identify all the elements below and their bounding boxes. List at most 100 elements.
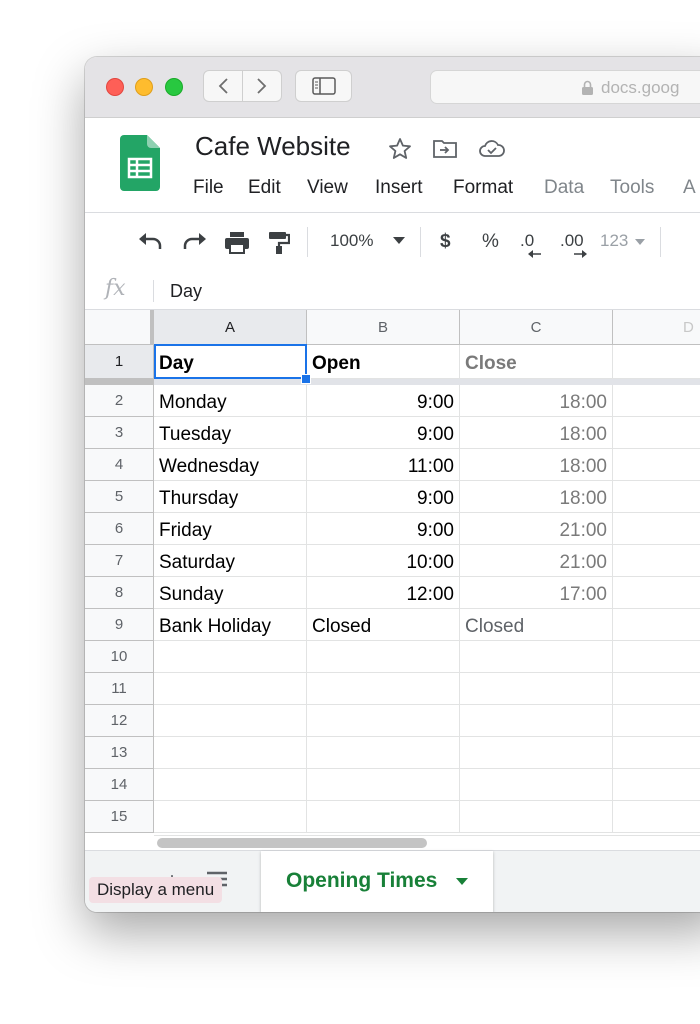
close-window-button[interactable] bbox=[106, 78, 124, 96]
cell[interactable] bbox=[154, 801, 307, 833]
row-header[interactable]: 10 bbox=[85, 641, 154, 673]
cell[interactable] bbox=[154, 769, 307, 801]
move-folder-icon[interactable] bbox=[432, 137, 458, 161]
back-button[interactable] bbox=[203, 70, 243, 102]
column-header-d[interactable]: D bbox=[613, 310, 700, 345]
cell[interactable]: Close bbox=[460, 345, 613, 379]
sidebar-toggle-button[interactable] bbox=[295, 70, 352, 102]
column-header-a[interactable]: A bbox=[154, 310, 307, 345]
cell[interactable] bbox=[613, 577, 700, 609]
cell[interactable]: 18:00 bbox=[460, 449, 613, 481]
cell[interactable] bbox=[613, 513, 700, 545]
zoom-select[interactable]: 100% bbox=[330, 231, 373, 251]
cell[interactable] bbox=[613, 641, 700, 673]
cell[interactable]: Friday bbox=[154, 513, 307, 545]
row-header[interactable]: 2 bbox=[85, 385, 154, 417]
minimize-window-button[interactable] bbox=[135, 78, 153, 96]
cell[interactable]: Closed bbox=[307, 609, 460, 641]
cell[interactable]: Day bbox=[154, 345, 307, 379]
cell[interactable]: Bank Holiday bbox=[154, 609, 307, 641]
cell[interactable] bbox=[613, 385, 700, 417]
spreadsheet-grid[interactable]: A B C D 1 Day Open Close 2 Monday 9:00 18:00 3 Tu… bbox=[85, 310, 700, 850]
caret-down-icon[interactable] bbox=[393, 237, 405, 245]
undo-icon[interactable] bbox=[138, 231, 164, 253]
increase-decimal-button[interactable]: .00 bbox=[560, 231, 584, 251]
cell[interactable]: 9:00 bbox=[307, 417, 460, 449]
zoom-window-button[interactable] bbox=[165, 78, 183, 96]
address-bar[interactable]: docs.goog bbox=[430, 70, 700, 104]
cell[interactable]: 9:00 bbox=[307, 385, 460, 417]
cell[interactable]: Open bbox=[307, 345, 460, 379]
cell[interactable]: Tuesday bbox=[154, 417, 307, 449]
column-header-b[interactable]: B bbox=[307, 310, 460, 345]
cloud-saved-icon[interactable] bbox=[478, 137, 506, 161]
row-header[interactable]: 11 bbox=[85, 673, 154, 705]
cell[interactable]: 18:00 bbox=[460, 417, 613, 449]
cell[interactable] bbox=[613, 737, 700, 769]
forward-button[interactable] bbox=[242, 70, 282, 102]
menu-tools[interactable]: Tools bbox=[610, 177, 654, 199]
cell[interactable]: 9:00 bbox=[307, 481, 460, 513]
cell[interactable] bbox=[307, 641, 460, 673]
menu-data[interactable]: Data bbox=[544, 177, 584, 199]
row-header[interactable]: 13 bbox=[85, 737, 154, 769]
print-icon[interactable] bbox=[224, 231, 250, 255]
decrease-decimal-button[interactable]: .0 bbox=[520, 231, 534, 251]
cell[interactable] bbox=[460, 737, 613, 769]
row-header[interactable]: 6 bbox=[85, 513, 154, 545]
cell[interactable]: Saturday bbox=[154, 545, 307, 577]
cell[interactable] bbox=[154, 641, 307, 673]
menu-addons[interactable]: A bbox=[683, 177, 696, 199]
cell[interactable]: 18:00 bbox=[460, 385, 613, 417]
cell[interactable]: 9:00 bbox=[307, 513, 460, 545]
row-header[interactable]: 12 bbox=[85, 705, 154, 737]
cell[interactable] bbox=[613, 609, 700, 641]
sheet-tab-opening-times[interactable]: Opening Times bbox=[261, 851, 493, 912]
row-header[interactable]: 8 bbox=[85, 577, 154, 609]
cell[interactable] bbox=[613, 545, 700, 577]
row-header[interactable]: 14 bbox=[85, 769, 154, 801]
caret-down-icon[interactable] bbox=[456, 878, 468, 885]
cell[interactable]: Monday bbox=[154, 385, 307, 417]
menu-insert[interactable]: Insert bbox=[375, 177, 423, 199]
cell[interactable]: Thursday bbox=[154, 481, 307, 513]
menu-format[interactable]: Format bbox=[453, 177, 513, 199]
cell[interactable] bbox=[613, 769, 700, 801]
paint-format-icon[interactable] bbox=[268, 231, 290, 255]
cell[interactable]: Wednesday bbox=[154, 449, 307, 481]
cell[interactable] bbox=[307, 705, 460, 737]
cell[interactable] bbox=[307, 737, 460, 769]
sheets-logo-icon[interactable] bbox=[120, 135, 160, 191]
cell[interactable] bbox=[154, 737, 307, 769]
cell[interactable] bbox=[460, 705, 613, 737]
cell[interactable]: 11:00 bbox=[307, 449, 460, 481]
redo-icon[interactable] bbox=[181, 231, 207, 253]
row-header[interactable]: 15 bbox=[85, 801, 154, 833]
cell[interactable]: 17:00 bbox=[460, 577, 613, 609]
formula-input[interactable]: Day bbox=[170, 281, 202, 302]
row-header[interactable]: 9 bbox=[85, 609, 154, 641]
cell[interactable] bbox=[307, 801, 460, 833]
more-formats-button[interactable]: 123 bbox=[600, 231, 628, 251]
cell[interactable] bbox=[613, 481, 700, 513]
column-header-c[interactable]: C bbox=[460, 310, 613, 345]
row-header[interactable]: 4 bbox=[85, 449, 154, 481]
menu-edit[interactable]: Edit bbox=[248, 177, 281, 199]
menu-view[interactable]: View bbox=[307, 177, 348, 199]
row-header[interactable]: 7 bbox=[85, 545, 154, 577]
cell[interactable] bbox=[460, 673, 613, 705]
cell[interactable] bbox=[460, 641, 613, 673]
fill-handle[interactable] bbox=[301, 374, 311, 384]
star-icon[interactable] bbox=[388, 137, 412, 161]
cell[interactable]: 12:00 bbox=[307, 577, 460, 609]
cell[interactable]: 21:00 bbox=[460, 545, 613, 577]
row-header[interactable]: 3 bbox=[85, 417, 154, 449]
cell[interactable]: 18:00 bbox=[460, 481, 613, 513]
select-all-corner[interactable] bbox=[85, 310, 154, 345]
cell[interactable] bbox=[613, 705, 700, 737]
cell[interactable] bbox=[307, 673, 460, 705]
cell[interactable] bbox=[154, 673, 307, 705]
cell[interactable] bbox=[613, 801, 700, 833]
cell[interactable] bbox=[613, 449, 700, 481]
cell[interactable] bbox=[613, 673, 700, 705]
